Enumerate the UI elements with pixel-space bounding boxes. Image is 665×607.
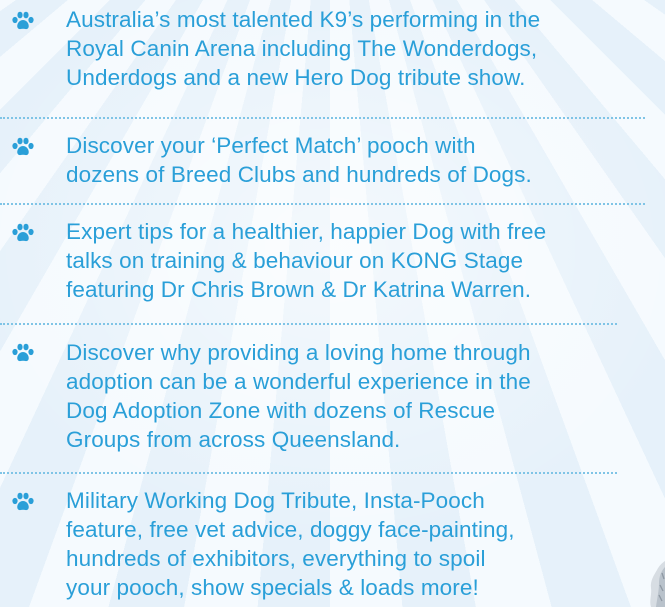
paw-icon [12,343,34,362]
dog-illustration-edge [650,561,665,607]
paw-icon [12,492,34,511]
list-item-text: Australia’s most talented K9’s performin… [66,7,541,90]
list-item-text: Discover your ‘Perfect Match’ pooch with… [66,133,532,187]
dotted-divider [0,117,645,119]
dotted-divider [0,203,645,205]
paw-icon [12,223,34,242]
list-item-text: Expert tips for a healthier, happier Dog… [66,219,547,302]
paw-icon [12,137,34,156]
paw-icon [12,11,34,30]
dotted-divider [0,323,617,325]
list-item-text: Military Working Dog Tribute, Insta-Pooc… [66,488,515,600]
list-item-text: Discover why providing a loving home thr… [66,340,531,452]
dotted-divider [0,472,617,474]
feature-list: Australia’s most talented K9’s performin… [0,0,665,607]
